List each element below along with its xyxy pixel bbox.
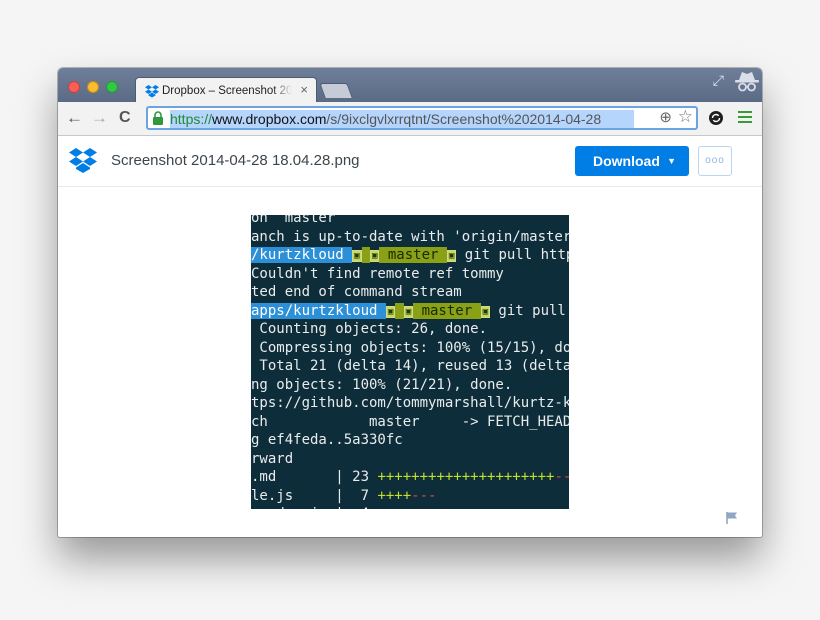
zoom-icon[interactable]: ⊕ — [659, 108, 672, 126]
terminal-text: gardon.js | 4 ++ — [251, 506, 394, 509]
file-name: Screenshot 2014-04-28 18.04.28.png — [111, 152, 360, 169]
browser-toolbar: ← → C https://www.dropbox.com/s/9ixclgvl… — [58, 102, 762, 136]
download-label: Download — [593, 153, 660, 169]
lock-icon — [153, 111, 163, 125]
terminal-text: rward — [251, 450, 294, 467]
caret-down-icon: ▼ — [667, 156, 676, 166]
flag-icon[interactable] — [725, 511, 739, 524]
terminal-text: git pull — [490, 302, 566, 319]
dropbox-favicon-icon — [145, 85, 159, 98]
terminal-text: ng objects: 100% (21/21), done. — [251, 376, 513, 393]
terminal-line: on master — [251, 215, 335, 228]
terminal-line: anch is up-to-date with 'origin/master — [251, 228, 569, 247]
terminal-text: g ef4feda..5a330fc — [251, 432, 403, 448]
terminal-text: /kurtzkloud — [251, 247, 353, 263]
tab-title: Dropbox – Screenshot 2014-04-28 18.04.28… — [162, 85, 292, 97]
terminal-text: .md | 23 — [251, 469, 378, 485]
url-text[interactable]: https://www.dropbox.com/s/9ixclgvlxrrqtn… — [170, 110, 634, 128]
terminal-line: ch master -> FETCH_HEAD — [251, 413, 569, 432]
terminal-text: ▣ — [352, 250, 362, 262]
dropbox-logo-icon[interactable] — [69, 147, 97, 173]
title-bar: Dropbox – Screenshot 2014-04-28 18.04.28… — [58, 68, 762, 103]
sync-extension-icon[interactable] — [708, 110, 724, 126]
terminal-text: tps://github.com/tommymarshall/kurtz-kl — [251, 395, 569, 411]
download-button[interactable]: Download ▼ — [575, 146, 689, 176]
image-preview[interactable]: on master anch is up-to-date with 'origin… — [251, 215, 569, 509]
terminal-text: git pull http — [456, 247, 569, 263]
close-window-button[interactable] — [68, 81, 80, 93]
terminal-text: +++++++++++++++++++++ — [377, 469, 555, 485]
menu-icon[interactable] — [738, 111, 752, 123]
address-bar[interactable]: https://www.dropbox.com/s/9ixclgvlxrrqtn… — [146, 106, 698, 130]
terminal-text: Compressing objects: 100% (15/15), don — [251, 339, 569, 356]
terminal-text: Total 21 (delta 14), reused 13 (delta — [251, 358, 569, 374]
expand-icon[interactable]: ⤢ — [713, 72, 724, 89]
terminal-line: Couldn't find remote ref tommy — [251, 265, 504, 284]
terminal-line: ng objects: 100% (21/21), done. — [251, 376, 512, 395]
terminal-line: Total 21 (delta 14), reused 13 (delta — [251, 357, 569, 376]
star-icon[interactable]: ☆ — [678, 107, 693, 127]
terminal-text — [361, 247, 371, 263]
terminal-line: le.js | 7 ++++--- — [251, 487, 436, 506]
terminal-text: anch is up-to-date with 'origin/master — [251, 228, 569, 245]
url-path: /s/9ixclgvlxrrqtnt/Screenshot%202014-04-… — [326, 111, 602, 127]
terminal-text: ▣ — [480, 305, 490, 318]
terminal-text: --- — [411, 487, 437, 504]
url-host: www.dropbox.com — [212, 111, 327, 127]
incognito-icon — [735, 72, 759, 92]
terminal-line: .md | 23 +++++++++++++++++++++-- — [251, 468, 569, 487]
terminal-line: /kurtzkloud ▣ ▣ master ▣ git pull http — [251, 246, 569, 265]
more-options-button[interactable]: ooo — [698, 146, 732, 176]
terminal-line: apps/kurtzkloud ▣ ▣ master ▣ git pull — [251, 302, 566, 321]
zoom-window-button[interactable] — [106, 81, 118, 93]
browser-tab[interactable]: Dropbox – Screenshot 2014-04-28 18.04.28… — [135, 77, 317, 103]
terminal-line: ted end of command stream — [251, 283, 462, 302]
terminal-line: gardon.js | 4 ++ — [251, 505, 394, 509]
terminal-text: le.js | 7 — [251, 487, 378, 504]
terminal-text: apps/kurtzkloud — [251, 302, 386, 319]
terminal-text: ▣ — [403, 305, 414, 318]
terminal-text: on master — [251, 215, 336, 226]
back-icon[interactable]: ← — [66, 108, 83, 128]
terminal-line: rward — [251, 450, 293, 469]
terminal-text: ▣ — [446, 250, 457, 262]
terminal-text: Counting objects: 26, done. — [251, 321, 488, 337]
terminal-line: tps://github.com/tommymarshall/kurtz-kl — [251, 394, 569, 413]
terminal-text: master — [413, 302, 481, 319]
terminal-text: master — [379, 247, 447, 263]
terminal-line: g ef4feda..5a330fc — [251, 431, 403, 450]
forward-icon[interactable]: → — [91, 108, 108, 128]
new-tab-button[interactable] — [319, 83, 353, 98]
reload-icon[interactable]: C — [119, 108, 131, 128]
dropbox-header: Screenshot 2014-04-28 18.04.28.png Downl… — [58, 136, 762, 187]
terminal-text: ted end of command stream — [251, 284, 462, 300]
url-scheme: https:// — [170, 111, 213, 127]
minimize-window-button[interactable] — [87, 81, 99, 93]
tab-close-icon[interactable]: × — [300, 83, 308, 97]
terminal-text: Couldn't find remote ref tommy — [251, 265, 504, 282]
browser-window: Dropbox – Screenshot 2014-04-28 18.04.28… — [58, 68, 762, 537]
terminal-text: ▣ — [385, 305, 396, 318]
terminal-text: -- — [554, 469, 569, 485]
terminal-text — [395, 302, 404, 319]
terminal-text: ch master -> FETCH_HEAD — [251, 413, 569, 430]
terminal-line: Counting objects: 26, done. — [251, 320, 487, 339]
terminal-text: ++++ — [377, 487, 412, 504]
terminal-line: Compressing objects: 100% (15/15), don — [251, 339, 569, 358]
